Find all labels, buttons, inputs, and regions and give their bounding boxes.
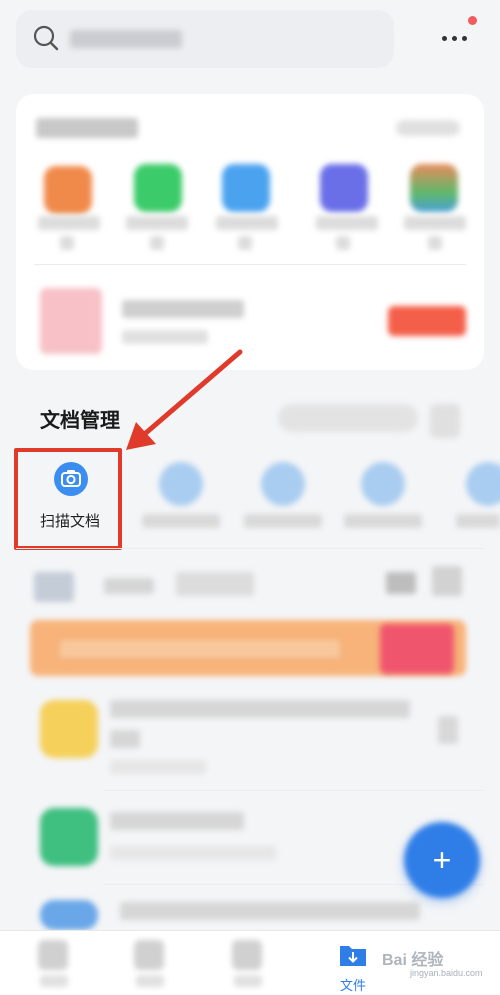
section-more-pill[interactable]: [278, 404, 418, 432]
watermark: Bai 经验: [382, 952, 444, 969]
tool-icon: [361, 462, 405, 506]
tab-label: [234, 975, 262, 987]
app-label: [316, 216, 378, 230]
tool-label: [244, 514, 322, 528]
promo-image: [40, 288, 102, 354]
file-name: [110, 730, 140, 748]
app-label: [126, 216, 188, 230]
file-name[interactable]: [110, 700, 410, 718]
doc-tool-1[interactable]: [138, 456, 224, 546]
row-action[interactable]: [432, 566, 462, 596]
section-title: 文档管理: [40, 410, 120, 432]
app-label: [238, 236, 252, 250]
divider: [16, 548, 484, 549]
tool-icon: [466, 462, 500, 506]
app-label: [336, 236, 350, 250]
file-meta: [110, 846, 276, 860]
doc-tool-3[interactable]: [340, 456, 426, 546]
highlight-box: [14, 448, 122, 550]
watermark-url: jingyan.baidu.com: [410, 968, 483, 978]
app-label: [404, 216, 466, 230]
doc-tool-4[interactable]: [446, 456, 500, 546]
banner-image: [380, 624, 454, 674]
row-text: [104, 578, 154, 594]
tab-home-icon[interactable]: [38, 940, 68, 970]
app-label: [216, 216, 278, 230]
app-label: [150, 236, 164, 250]
row-action[interactable]: [386, 572, 416, 594]
row-icon: [34, 572, 74, 602]
file-meta: [110, 760, 206, 774]
tool-icon: [159, 462, 203, 506]
app-label: [428, 236, 442, 250]
file-icon[interactable]: [40, 900, 98, 930]
file-icon[interactable]: [40, 700, 98, 758]
promo-title: [122, 300, 244, 318]
search-icon: [33, 25, 59, 51]
notification-dot: [468, 16, 477, 25]
plus-icon: +: [432, 842, 452, 878]
tab-2-icon[interactable]: [134, 940, 164, 970]
tool-icon: [261, 462, 305, 506]
app-icon-blue[interactable]: [222, 164, 270, 212]
row-text: [176, 572, 254, 596]
tab-label: [136, 975, 164, 987]
section-more-button[interactable]: [430, 404, 460, 438]
tab-3-icon[interactable]: [232, 940, 262, 970]
more-button[interactable]: [432, 22, 480, 56]
search-placeholder: [70, 30, 182, 48]
file-name[interactable]: [120, 902, 420, 920]
tab-files-label[interactable]: 文件: [326, 975, 380, 994]
promo-subtitle: [122, 330, 208, 344]
file-more-icon[interactable]: [438, 716, 458, 744]
divider: [104, 790, 484, 791]
file-name[interactable]: [110, 812, 244, 830]
tool-label: [344, 514, 422, 528]
card-more-link[interactable]: [396, 120, 460, 136]
app-icon-purple[interactable]: [320, 164, 368, 212]
divider: [34, 264, 466, 265]
app-icon-orange[interactable]: [44, 166, 92, 214]
tool-label: [142, 514, 220, 528]
promo-button[interactable]: [388, 306, 466, 336]
app-label: [60, 236, 74, 250]
app-icon-green[interactable]: [134, 164, 182, 212]
tab-label: [40, 975, 68, 987]
banner-text: [60, 640, 340, 658]
file-icon[interactable]: [40, 808, 98, 866]
app-label: [38, 216, 100, 230]
tool-label: [456, 514, 500, 528]
doc-tool-2[interactable]: [240, 456, 326, 546]
folder-download-icon[interactable]: [338, 942, 368, 968]
app-icon-colorful[interactable]: [410, 164, 458, 212]
card-title: [36, 118, 138, 138]
